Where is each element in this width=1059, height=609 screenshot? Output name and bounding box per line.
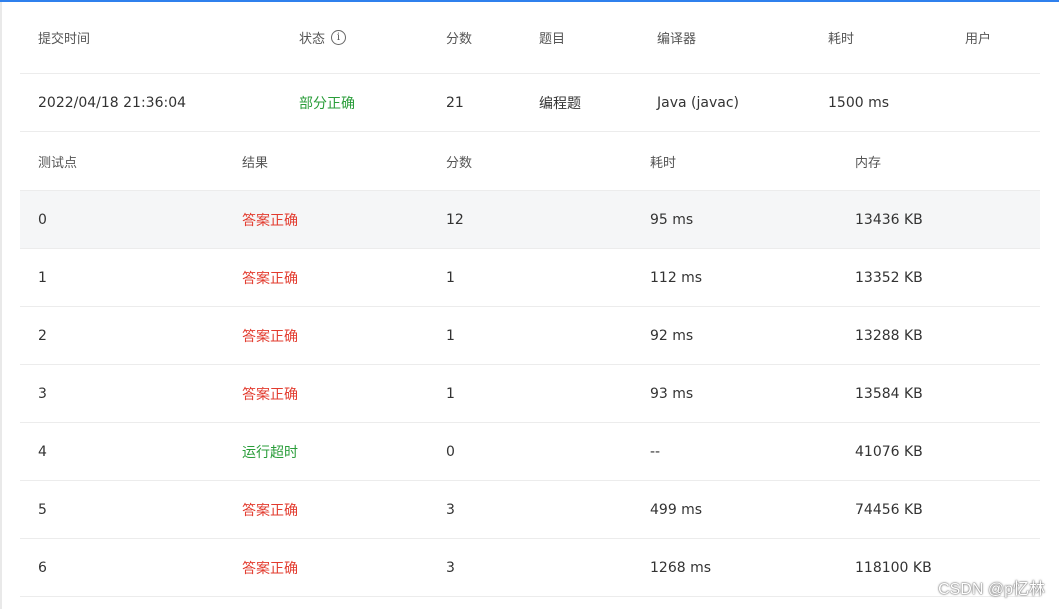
case-score: 3 (446, 501, 455, 518)
case-id: 0 (38, 211, 47, 228)
case-memory: 13352 KB (855, 269, 923, 286)
case-result: 答案正确 (242, 270, 298, 287)
case-memory: 41076 KB (855, 443, 923, 460)
info-circle-icon[interactable]: i (331, 30, 347, 45)
left-border-line (0, 2, 2, 609)
case-score: 12 (446, 211, 464, 228)
case-time: -- (650, 443, 661, 460)
submission-header-row: 提交时间 状态 i 分数 题目 编译器 耗时 用户 (20, 2, 1040, 74)
header-score: 分数 (446, 32, 473, 47)
header-case-memory: 内存 (855, 155, 882, 171)
case-id: 6 (38, 559, 47, 576)
case-time: 93 ms (650, 385, 694, 402)
header-problem: 题目 (539, 32, 566, 47)
submission-compiler: Java (javac) (657, 94, 739, 111)
header-compiler: 编译器 (657, 32, 697, 47)
case-memory: 13288 KB (855, 327, 923, 344)
case-result: 答案正确 (242, 560, 298, 577)
case-memory: 74456 KB (855, 501, 923, 518)
case-memory: 13436 KB (855, 211, 923, 228)
case-memory: 118100 KB (855, 559, 932, 576)
table-row: 1 答案正确 1 112 ms 13352 KB (20, 249, 1040, 307)
case-id: 5 (38, 501, 47, 518)
header-case-score: 分数 (446, 155, 473, 171)
case-time: 1268 ms (650, 559, 712, 576)
case-memory: 13584 KB (855, 385, 923, 402)
submission-panel: 提交时间 状态 i 分数 题目 编译器 耗时 用户 2022/04/18 21:… (20, 2, 1040, 597)
watermark: CSDN @p忆林 (938, 581, 1045, 598)
submission-status: 部分正确 (299, 95, 355, 112)
case-result: 答案正确 (242, 502, 298, 519)
case-score: 1 (446, 385, 455, 402)
submission-row: 2022/04/18 21:36:04 部分正确 21 编程题 Java (ja… (20, 74, 1040, 132)
header-elapsed: 耗时 (828, 32, 855, 47)
case-time: 499 ms (650, 501, 703, 518)
table-row: 4 运行超时 0 -- 41076 KB (20, 423, 1040, 481)
submission-problem-link[interactable]: 编程题 (539, 74, 581, 131)
case-score: 0 (446, 443, 455, 460)
case-result: 运行超时 (242, 444, 298, 461)
case-score: 1 (446, 269, 455, 286)
header-user: 用户 (965, 32, 992, 47)
cases-header-row: 测试点 结果 分数 耗时 内存 (20, 132, 1040, 191)
submission-score: 21 (446, 94, 464, 111)
header-case-id: 测试点 (38, 155, 78, 171)
case-id: 4 (38, 443, 47, 460)
case-result: 答案正确 (242, 328, 298, 345)
header-status: 状态 i (299, 2, 347, 73)
case-id: 1 (38, 269, 47, 286)
header-status-label: 状态 (299, 32, 326, 47)
table-row: 6 答案正确 3 1268 ms 118100 KB (20, 539, 1040, 597)
case-id: 2 (38, 327, 47, 344)
case-score: 1 (446, 327, 455, 344)
table-row: 3 答案正确 1 93 ms 13584 KB (20, 365, 1040, 423)
submission-time: 2022/04/18 21:36:04 (38, 94, 187, 111)
case-time: 112 ms (650, 269, 703, 286)
submission-elapsed: 1500 ms (828, 94, 890, 111)
table-row: 5 答案正确 3 499 ms 74456 KB (20, 481, 1040, 539)
case-time: 92 ms (650, 327, 694, 344)
table-row: 2 答案正确 1 92 ms 13288 KB (20, 307, 1040, 365)
header-case-result: 结果 (242, 155, 269, 171)
case-score: 3 (446, 559, 455, 576)
case-result: 答案正确 (242, 212, 298, 229)
case-time: 95 ms (650, 211, 694, 228)
header-case-time: 耗时 (650, 155, 677, 171)
case-id: 3 (38, 385, 47, 402)
table-row: 0 答案正确 12 95 ms 13436 KB (20, 191, 1040, 249)
case-result: 答案正确 (242, 386, 298, 403)
header-submit-time: 提交时间 (38, 32, 91, 47)
